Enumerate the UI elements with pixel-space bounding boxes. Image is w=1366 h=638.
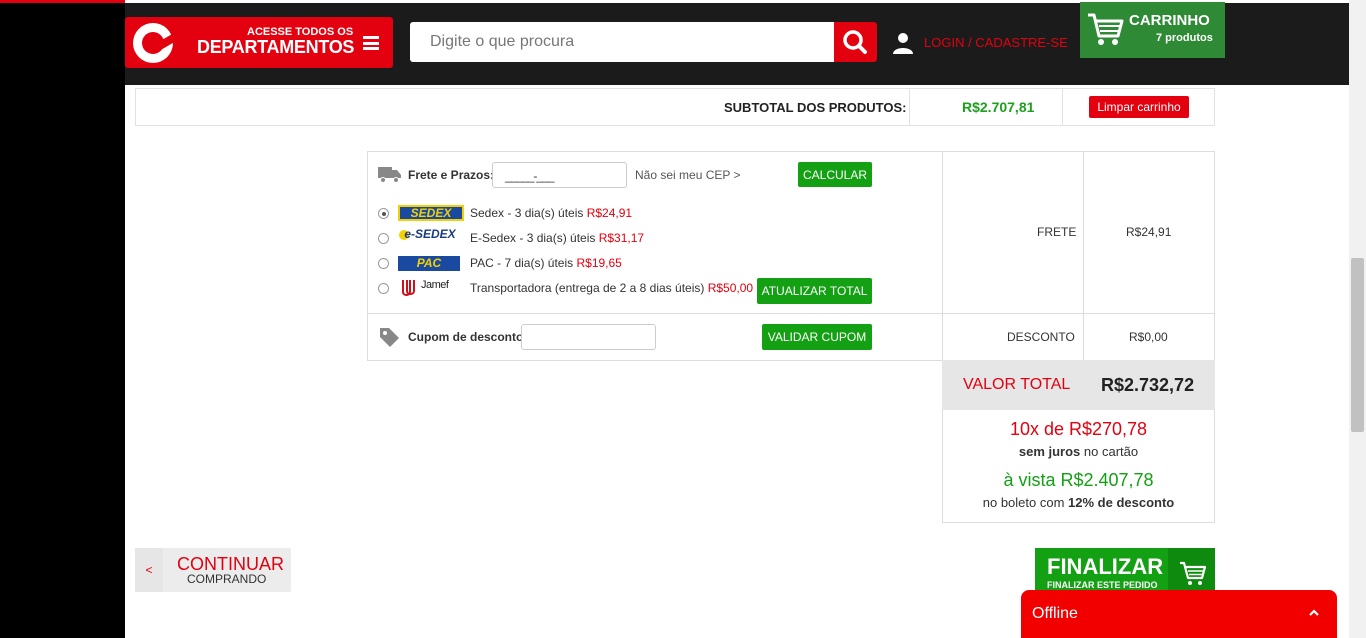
coupon-tag-icon: [380, 328, 399, 347]
update-total-button[interactable]: ATUALIZAR TOTAL: [757, 278, 872, 304]
frete-value: R$24,91: [1126, 225, 1172, 239]
subtotal-row: [135, 88, 1215, 126]
chat-status: Offline: [1032, 605, 1078, 622]
departments-button[interactable]: ACESSE TODOS OS DEPARTAMENTOS: [125, 17, 393, 68]
chat-widget[interactable]: Offline: [1021, 590, 1337, 638]
shipping-option-radio-pac[interactable]: [378, 258, 389, 269]
cep-input[interactable]: _____-___: [492, 162, 627, 188]
search-input[interactable]: [410, 22, 834, 62]
cep-input-value: _____-___: [505, 169, 554, 183]
desconto-label: DESCONTO: [1007, 330, 1075, 344]
desconto-value: R$0,00: [1129, 330, 1168, 344]
checkout-line2: FINALIZAR ESTE PEDIDO: [1047, 580, 1158, 590]
cart-button[interactable]: CARRINHO 7 produtos: [1080, 2, 1225, 58]
validate-coupon-button[interactable]: VALIDAR CUPOM: [762, 324, 872, 350]
login-link[interactable]: LOGIN / CADASTRE-SE: [924, 35, 1068, 50]
cash-note: no boleto com 12% de desconto: [982, 495, 1175, 510]
continue-shopping-button[interactable]: < CONTINUAR COMPRANDO: [135, 548, 291, 592]
subtotal-value: R$2.707,81: [962, 99, 1035, 115]
installments-note: sem juros no cartão: [1018, 444, 1139, 459]
cart-count: 7 produtos: [1156, 32, 1213, 44]
cart-title: CARRINHO: [1129, 12, 1210, 29]
pac-logo-text: PAC: [416, 256, 442, 270]
checkout-button[interactable]: FINALIZAR FINALIZAR ESTE PEDIDO: [1035, 548, 1215, 592]
clear-cart-button[interactable]: Limpar carrinho: [1089, 96, 1189, 118]
store-logo-icon: [133, 23, 176, 63]
continue-line2: COMPRANDO: [187, 572, 267, 586]
installments-value: 10x de R$270,78: [1009, 419, 1148, 439]
departments-line2: DEPARTAMENTOS: [197, 37, 355, 57]
shipping-option-sedex: Sedex - 3 dia(s) úteis R$24,91: [470, 206, 633, 220]
shipping-label: Frete e Prazos:: [408, 168, 495, 182]
frete-label: FRETE: [1037, 225, 1077, 239]
esedex-logo-text: e-SEDEX: [404, 227, 456, 241]
shipping-option-esedex: E-Sedex - 3 dia(s) úteis R$31,17: [470, 231, 645, 245]
shipping-option-radio-sedex[interactable]: [378, 208, 389, 219]
calculate-shipping-button[interactable]: CALCULAR: [798, 162, 872, 187]
truck-icon: [378, 167, 401, 183]
chevron-left-icon: <: [135, 548, 163, 592]
shipping-option-pac: PAC - 7 dia(s) úteis R$19,65: [470, 256, 622, 270]
jamef-logo-icon: [402, 280, 415, 296]
search-button[interactable]: [834, 22, 877, 62]
checkout-line1: FINALIZAR: [1047, 554, 1164, 579]
jamef-logo-text: Jamef: [421, 279, 449, 291]
search-icon: [843, 30, 867, 54]
shipping-option-radio-jamef[interactable]: [378, 283, 389, 294]
sedex-logo-text: SEDEX: [410, 206, 452, 220]
user-icon: [893, 33, 913, 54]
coupon-input[interactable]: [521, 324, 656, 350]
chevron-up-icon: [1309, 609, 1319, 616]
scrollbar-thumb[interactable]: [1351, 258, 1364, 432]
total-value: R$2.732,72: [1101, 375, 1195, 395]
subtotal-label: SUBTOTAL DOS PRODUTOS:: [724, 100, 907, 115]
menu-icon: [363, 36, 379, 50]
coupon-label: Cupom de desconto:: [408, 330, 528, 344]
shipping-option-jamef: Transportadora (entrega de 2 a 8 dias út…: [470, 281, 754, 295]
cart-icon: [1088, 13, 1124, 45]
unknown-cep-link[interactable]: Não sei meu CEP >: [635, 168, 741, 182]
cash-price: à vista R$2.407,78: [1003, 470, 1154, 490]
cart-icon: [1180, 561, 1207, 585]
total-label: VALOR TOTAL: [963, 376, 1071, 393]
shipping-option-radio-esedex[interactable]: [378, 233, 389, 244]
